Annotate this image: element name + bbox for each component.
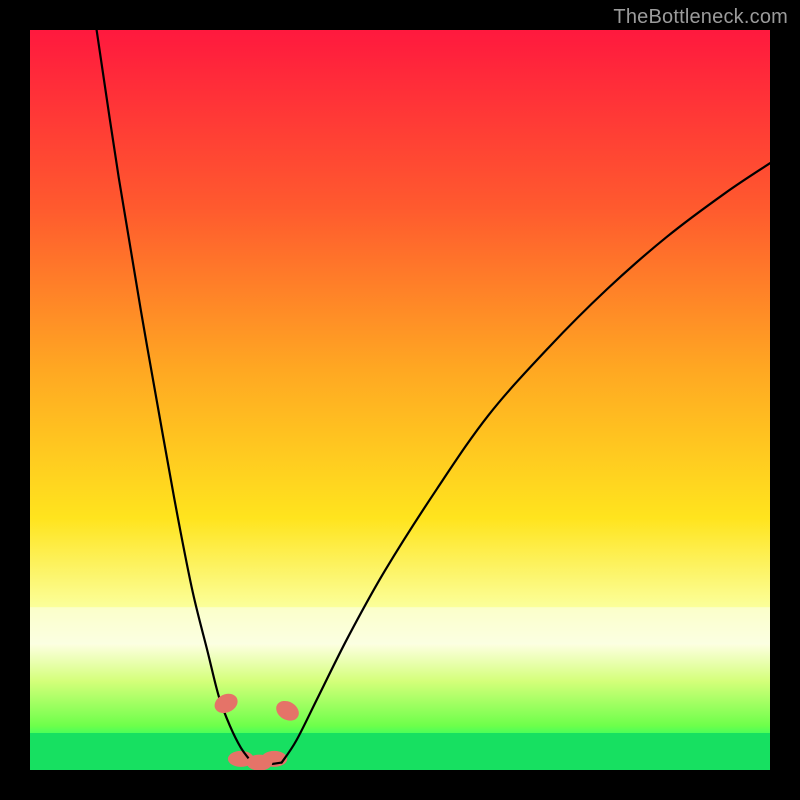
green-band	[30, 733, 770, 770]
whitish-band	[30, 607, 770, 644]
plot-area	[30, 30, 770, 770]
watermark-label: TheBottleneck.com	[613, 6, 788, 29]
chart-svg	[30, 30, 770, 770]
chart-frame: TheBottleneck.com	[0, 0, 800, 800]
marker-m3	[246, 755, 272, 770]
gradient-background	[30, 30, 770, 770]
